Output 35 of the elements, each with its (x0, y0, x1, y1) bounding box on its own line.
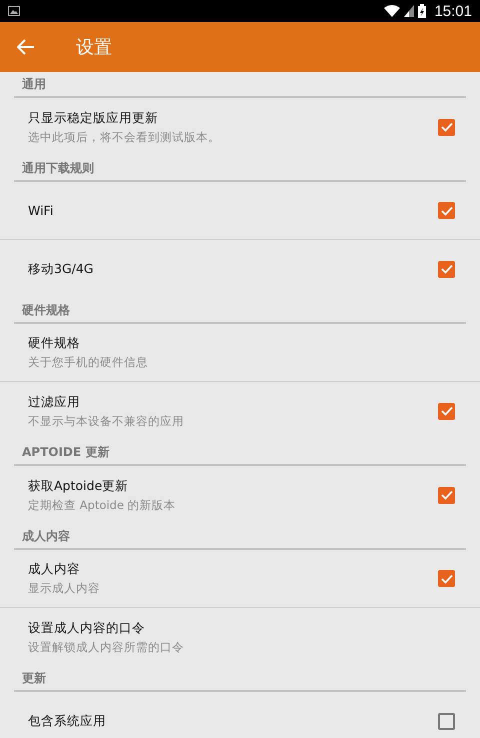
checkbox[interactable] (438, 570, 455, 587)
setting-description: 选中此项后，将不会看到测试版本。 (28, 130, 221, 144)
checkbox[interactable] (438, 712, 455, 730)
setting-title: 硬件规格 (28, 335, 81, 352)
screen-title: 设置 (76, 36, 112, 59)
section-header: 成人内容 (22, 528, 70, 544)
setting-description: 关于您手机的硬件信息 (28, 355, 149, 370)
setting-description: 定期检查 Aptoide 的新版本 (28, 498, 177, 512)
back-arrow-icon[interactable] (17, 39, 35, 55)
picture-notification-icon (8, 6, 20, 16)
section-header: 硬件规格 (22, 302, 70, 318)
setting-title: 成人内容 (28, 561, 81, 578)
wifi-icon (384, 5, 400, 17)
signal-icon (404, 5, 414, 17)
setting-description: 显示成人内容 (28, 581, 101, 596)
section-header: APTOIDE 更新 (22, 444, 110, 460)
setting-title: WiFi (28, 203, 54, 218)
status-time: 15:01 (434, 2, 472, 20)
setting-title: 包含系统应用 (28, 712, 107, 730)
section-header: 通用下载规则 (22, 160, 94, 176)
setting-title: 只显示稳定版应用更新 (28, 110, 159, 126)
setting-description: 不显示与本设备不兼容的应用 (28, 414, 185, 428)
section-header: 通用 (22, 76, 46, 92)
setting-title: 获取Aptoide更新 (28, 478, 130, 494)
section-header: 更新 (22, 670, 46, 686)
battery-icon (418, 4, 426, 18)
setting-description: 设置解锁成人内容所需的口令 (28, 640, 185, 654)
checkbox[interactable] (438, 260, 455, 278)
checkbox[interactable] (438, 486, 455, 504)
checkbox[interactable] (438, 402, 455, 420)
checkbox[interactable] (438, 118, 455, 136)
setting-title: 过滤应用 (28, 394, 81, 410)
checkbox[interactable] (438, 202, 455, 219)
setting-title: 设置成人内容的口令 (28, 620, 146, 636)
setting-title: 移动3G/4G (28, 260, 94, 278)
